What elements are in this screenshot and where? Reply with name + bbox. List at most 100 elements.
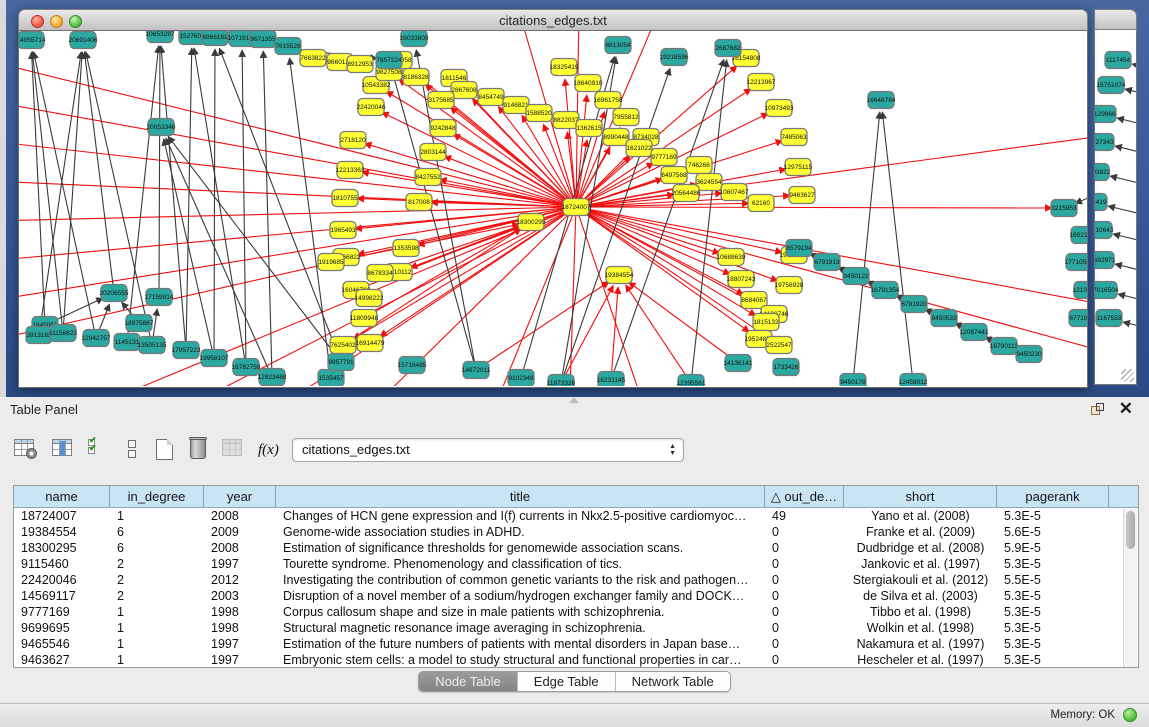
graph-node[interactable]: 7615526 [275, 38, 301, 55]
table-selector-dropdown[interactable]: citations_edges.txt ▲▼ [292, 438, 684, 462]
graph-node[interactable]: 9227343 [1095, 134, 1114, 151]
graph-node[interactable]: 20691406 [69, 32, 98, 49]
delete-table-icon[interactable] [190, 439, 216, 465]
column-header-4[interactable]: △ out_de… [765, 486, 844, 507]
graph-node[interactable]: 8579194 [786, 240, 812, 257]
graph-node[interactable]: 18300295 [517, 214, 546, 231]
graph-node[interactable]: 11873326 [547, 375, 576, 387]
close-panel-icon[interactable]: ✕ [1119, 399, 1133, 419]
table-row[interactable]: 2242004622012Investigating the contribut… [14, 572, 1138, 588]
graph-node[interactable]: 8990448 [603, 129, 629, 146]
graph-node[interactable]: 8427552 [415, 169, 441, 186]
graph-node[interactable]: 16231145 [597, 372, 626, 387]
split-pane-handle-icon[interactable] [569, 397, 579, 403]
window-titlebar[interactable]: citations_edges.txt [18, 9, 1088, 31]
graph-node[interactable]: 2718120 [340, 132, 366, 149]
graph-node[interactable]: 12093822 [1095, 164, 1111, 181]
graph-node[interactable]: 12213363 [336, 162, 365, 179]
graph-node[interactable]: 2687682 [715, 40, 741, 57]
graph-node[interactable]: 18325419 [550, 59, 579, 76]
vertical-scrollbar[interactable] [1123, 509, 1137, 667]
background-network-canvas[interactable]: 1117454157510749129966922734312093822124… [1094, 30, 1137, 385]
graph-node[interactable]: 62160 [748, 195, 774, 212]
column-header-3[interactable]: title [276, 486, 765, 507]
graph-node[interactable]: 9102348 [508, 370, 534, 387]
graph-node[interactable]: 14998222 [355, 290, 384, 307]
graph-node[interactable]: 18807243 [727, 271, 756, 288]
tab-edge-table[interactable]: Edge Table [518, 672, 616, 691]
graph-node[interactable]: 20206555 [100, 285, 129, 302]
graph-node[interactable]: 16648784 [867, 92, 896, 109]
graph-node[interactable]: 1535457 [318, 370, 344, 387]
table-row[interactable]: 1456911722003Disruption of a novel membe… [14, 588, 1138, 604]
graph-node[interactable]: 19756928 [775, 277, 804, 294]
background-network-window[interactable]: 1117454157510749129966922734312093822124… [1094, 9, 1137, 385]
graph-node[interactable]: 8822037 [553, 112, 579, 129]
graph-node[interactable]: 9463627 [789, 187, 815, 204]
graph-node[interactable]: 15716485 [398, 357, 427, 374]
graph-node[interactable]: 12923468 [258, 369, 287, 386]
graph-node[interactable]: 9671355 [250, 31, 276, 48]
graph-node[interactable]: 15751074 [1097, 77, 1126, 94]
graph-node[interactable]: 1244419 [1095, 194, 1107, 211]
background-window-titlebar[interactable] [1094, 9, 1137, 30]
graph-node[interactable]: 6497568 [661, 167, 687, 184]
column-header-1[interactable]: in_degree [110, 486, 204, 507]
graph-node[interactable]: 16021068 [1070, 227, 1087, 244]
graph-node[interactable]: 10807467 [720, 184, 749, 201]
function-builder-icon[interactable]: f(x) [258, 442, 284, 468]
graph-node[interactable]: 9146821 [503, 97, 529, 114]
graph-node[interactable]: 10688639 [717, 249, 746, 266]
graph-node[interactable]: 9450122 [843, 268, 869, 285]
column-header-5[interactable]: short [844, 486, 997, 507]
graph-node[interactable]: 11809948 [350, 310, 379, 327]
graph-node[interactable]: 16914479 [356, 335, 385, 352]
graph-node[interactable]: 16791354 [871, 282, 900, 299]
graph-node[interactable]: 1588520 [526, 105, 552, 122]
graph-node[interactable]: 17710554 [1065, 254, 1087, 271]
network-view-window[interactable]: citations_edges.txt 18724007183002951938… [18, 9, 1088, 388]
graph-node[interactable]: 15692971 [1095, 252, 1116, 269]
table-row[interactable]: 977716911998Corpus callosum shape and si… [14, 604, 1138, 620]
graph-node[interactable]: 9129966 [1095, 106, 1116, 123]
graph-node[interactable]: 12942757 [82, 330, 111, 347]
clear-selection-icon[interactable] [122, 439, 148, 465]
table-row[interactable]: 1938455462009Genome-wide association stu… [14, 524, 1138, 540]
graph-node[interactable]: 17957223 [172, 342, 201, 359]
graph-node[interactable]: 9450533 [931, 310, 957, 327]
graph-node[interactable]: 12213967 [747, 74, 776, 91]
memory-status-icon[interactable] [1123, 708, 1137, 722]
graph-node[interactable]: 9777169 [651, 149, 677, 166]
table-row[interactable]: 1830029562008Estimation of significance … [14, 540, 1138, 556]
graph-node[interactable]: 7625402 [330, 337, 356, 354]
graph-node[interactable]: 6791913 [814, 254, 840, 271]
graph-node[interactable]: 2522547 [766, 337, 792, 354]
graph-node[interactable]: 1965493 [330, 222, 356, 239]
graph-node[interactable]: 8186328 [403, 69, 429, 86]
table-header-row[interactable]: namein_degreeyeartitle△ out_de…shortpage… [14, 486, 1138, 508]
graph-node[interactable]: 7955812 [613, 109, 639, 126]
resize-grip-icon[interactable] [1121, 369, 1134, 382]
scrollbar-thumb[interactable] [1126, 511, 1135, 549]
graph-node[interactable]: 6791920 [901, 296, 927, 313]
table-row[interactable]: 911546021997Tourette syndrome. Phenomeno… [14, 556, 1138, 572]
graph-node[interactable]: 11156823 [49, 325, 77, 342]
graph-node[interactable]: 1362615 [576, 120, 602, 137]
graph-node[interactable]: 7663822 [300, 50, 326, 67]
graph-node[interactable]: 1353598 [393, 240, 419, 257]
table-tabs[interactable]: Node TableEdge TableNetwork Table [418, 671, 731, 692]
column-select-icon[interactable] [52, 439, 78, 465]
row-check-icon[interactable]: ✔ ✔ [88, 439, 114, 465]
graph-node[interactable]: 10653287 [146, 31, 175, 43]
network-canvas[interactable]: 1872400718300295193845541054338298275088… [18, 31, 1088, 388]
graph-node[interactable]: 10973493 [765, 100, 794, 117]
graph-node[interactable]: 2803144 [420, 144, 446, 161]
graph-node[interactable]: 1919685 [318, 254, 344, 271]
column-header-2[interactable]: year [204, 486, 276, 507]
table-row[interactable]: 1872400712008Changes of HCN gene express… [14, 508, 1138, 524]
graph-node[interactable]: 18724007 [562, 199, 591, 216]
column-header-0[interactable]: name [14, 486, 110, 507]
graph-node[interactable]: 17016504 [1095, 282, 1119, 299]
table-settings-icon[interactable] [14, 439, 40, 465]
graph-node[interactable]: 12087441 [960, 324, 989, 341]
